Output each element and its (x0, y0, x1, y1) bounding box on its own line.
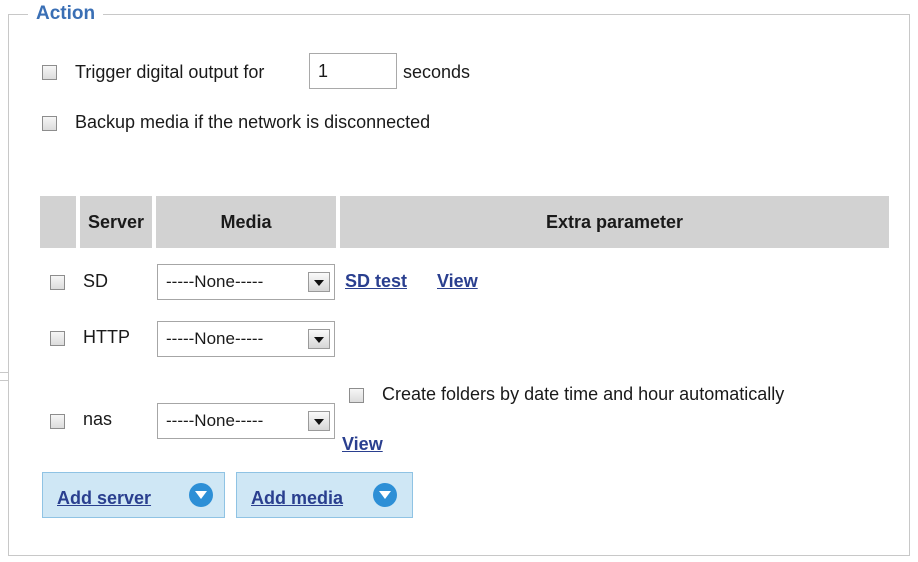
trigger-output-checkbox[interactable] (42, 65, 57, 80)
create-folders-checkbox[interactable] (349, 388, 364, 403)
chevron-down-icon[interactable] (308, 329, 330, 349)
chevron-down-icon[interactable] (308, 411, 330, 431)
section-title: Action (28, 2, 104, 26)
trigger-seconds-input[interactable]: 1 (309, 53, 397, 89)
trigger-output-label: Trigger digital output for (75, 62, 265, 82)
media-select-value: -----None----- (166, 411, 264, 430)
chevron-down-icon[interactable] (308, 272, 330, 292)
media-select-value: -----None----- (166, 329, 264, 348)
server-sd-checkbox[interactable] (50, 275, 65, 290)
server-http-checkbox[interactable] (50, 331, 65, 346)
sd-test-link[interactable]: SD test (345, 270, 407, 292)
backup-media-checkbox[interactable] (42, 116, 57, 131)
media-select-value: -----None----- (166, 272, 264, 291)
circle-chevron-down-icon (189, 483, 213, 507)
header-media: Media (156, 196, 336, 248)
seconds-label: seconds (403, 62, 471, 82)
fieldset-edge-tick (0, 380, 8, 381)
server-nas-checkbox[interactable] (50, 414, 65, 429)
server-nas-label: nas (83, 409, 113, 429)
media-select-nas[interactable]: -----None----- (157, 403, 335, 439)
media-select-sd[interactable]: -----None----- (157, 264, 335, 300)
fieldset-edge-tick (0, 372, 8, 373)
nas-view-link[interactable]: View (342, 433, 383, 455)
add-media-button[interactable]: Add media (236, 472, 413, 518)
add-server-label: Add server (57, 488, 152, 508)
server-http-label: HTTP (83, 327, 130, 347)
add-media-label: Add media (251, 488, 344, 508)
sd-view-link[interactable]: View (437, 270, 478, 292)
create-folders-label: Create folders by date time and hour aut… (382, 384, 785, 404)
circle-chevron-down-icon (373, 483, 397, 507)
backup-media-label: Backup media if the network is disconnec… (75, 112, 431, 132)
header-server: Server (80, 196, 152, 248)
add-server-button[interactable]: Add server (42, 472, 225, 518)
header-extra-parameter: Extra parameter (340, 196, 889, 248)
media-select-http[interactable]: -----None----- (157, 321, 335, 357)
server-sd-label: SD (83, 271, 109, 291)
header-checkbox-column (40, 196, 76, 248)
